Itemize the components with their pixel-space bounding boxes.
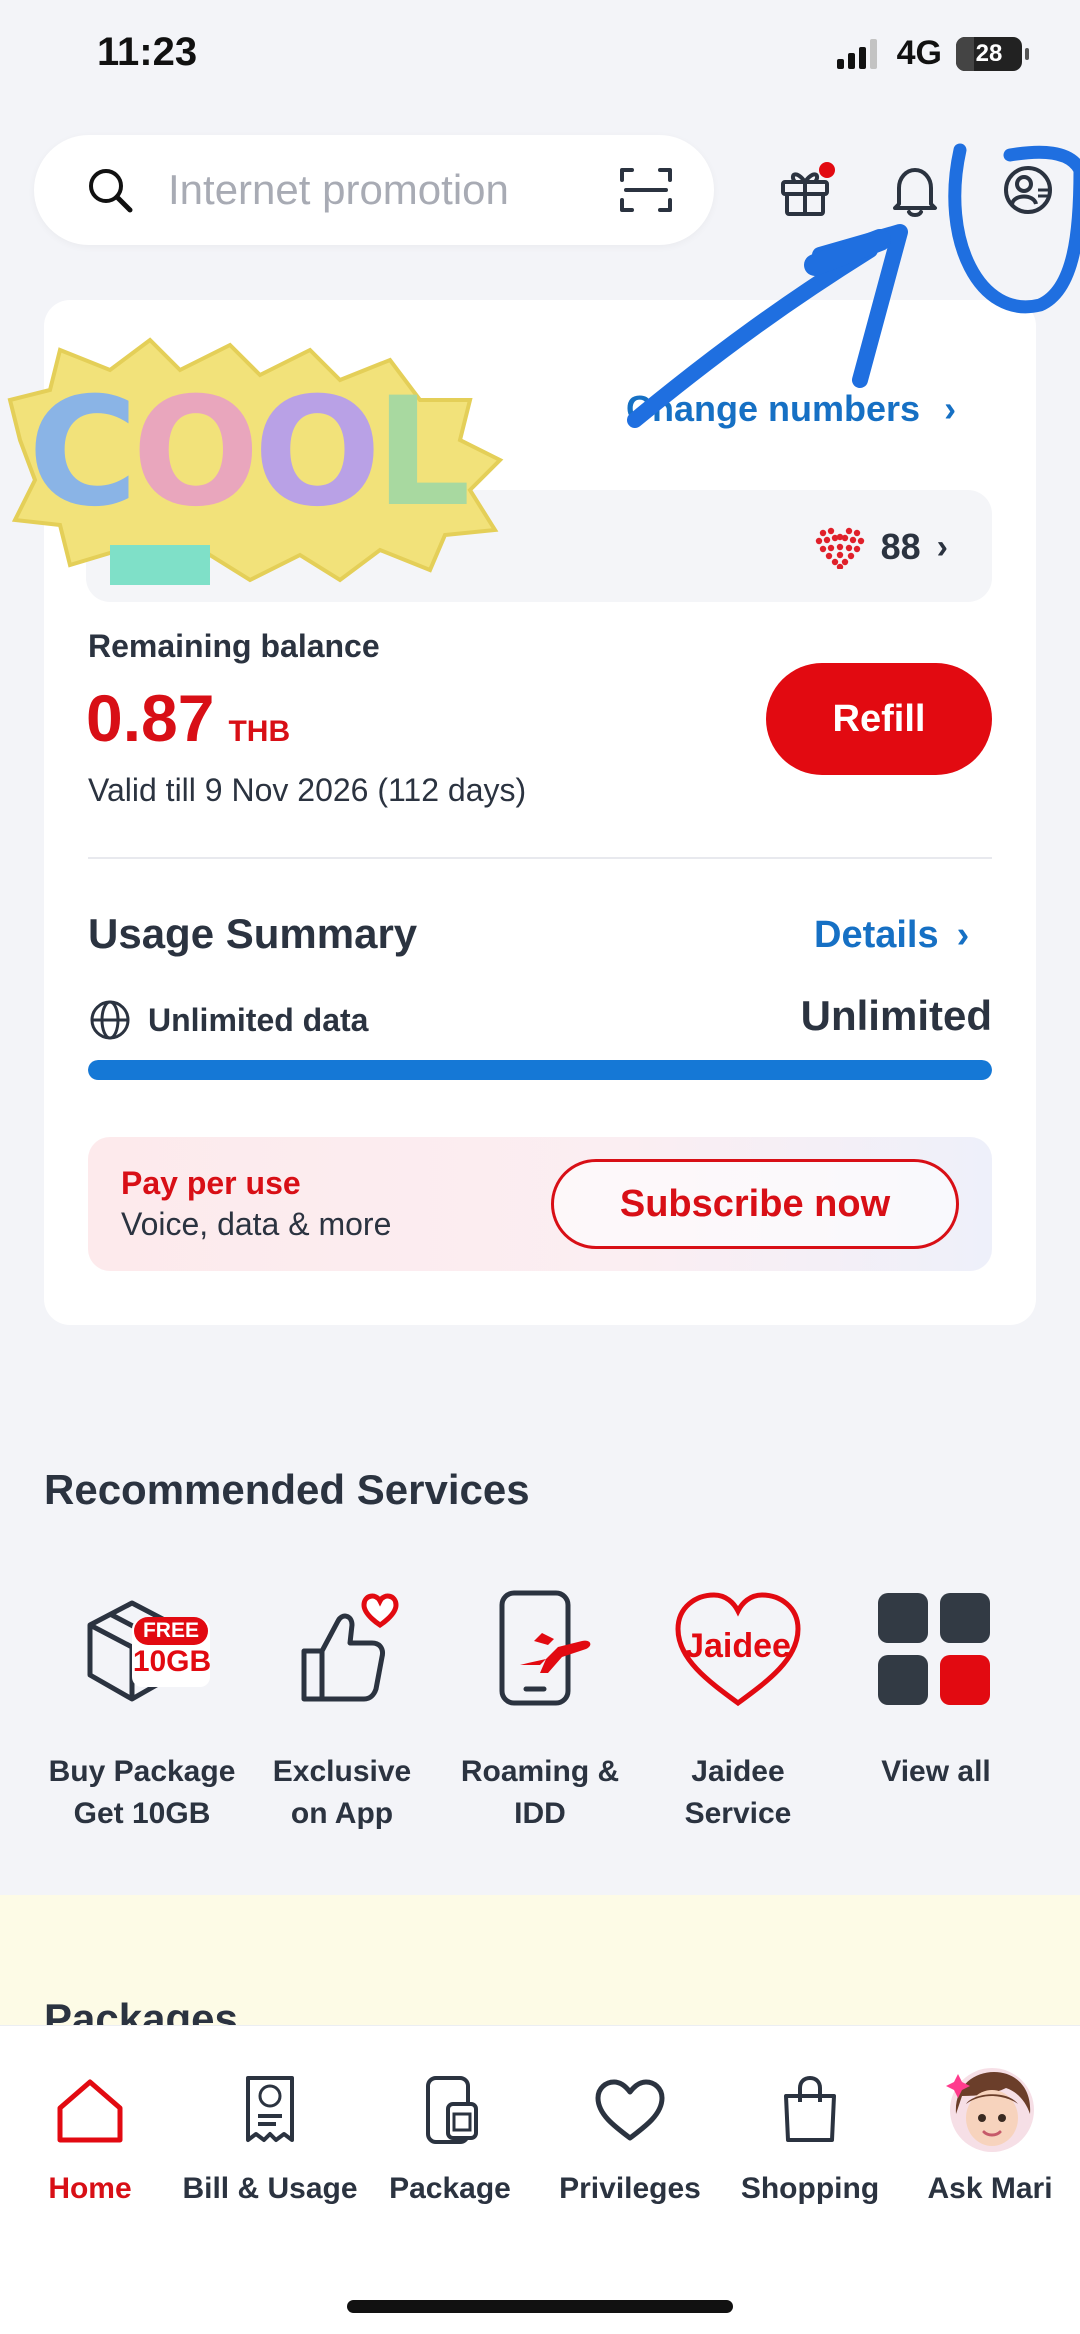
- nav-ask-mari[interactable]: Ask Mari: [900, 2068, 1080, 2206]
- balance-amount: 0.87 THB: [86, 680, 290, 756]
- status-indicators: 4G 28: [836, 34, 1029, 73]
- home-icon: [57, 2079, 123, 2143]
- sticker-letter: C: [28, 366, 138, 540]
- cool-sticker: COOL: [0, 330, 520, 590]
- bell-icon: [893, 168, 937, 217]
- change-numbers-link[interactable]: Change numbers ›: [626, 388, 956, 430]
- service-buy-package[interactable]: FREE 10GB Buy Package Get 10GB: [42, 1585, 242, 1835]
- phone-airplane-icon: [470, 1585, 610, 1715]
- search-icon: [89, 169, 133, 213]
- sticker-letter: O: [253, 366, 381, 540]
- free-badge: FREE: [134, 1617, 208, 1645]
- jaidee-logo-text: Jaidee: [685, 1627, 791, 1665]
- chevron-right-icon: ›: [944, 388, 957, 429]
- scan-icon[interactable]: [618, 164, 674, 216]
- jaidee-heart-icon: Jaidee: [668, 1585, 808, 1715]
- service-exclusive-on-app[interactable]: Exclusive on App: [242, 1585, 442, 1835]
- search-input[interactable]: Internet promotion: [168, 166, 618, 214]
- refill-button[interactable]: Refill: [766, 663, 992, 775]
- balance-label: Remaining balance: [88, 628, 380, 664]
- package-icon: [426, 2076, 478, 2144]
- pay-per-use-title: Pay per use: [121, 1165, 301, 1201]
- nav-label: Ask Mari: [927, 2172, 1053, 2205]
- status-time: 11:23: [97, 30, 198, 74]
- gift-icon: [781, 162, 835, 216]
- sticker-letter: O: [132, 366, 259, 540]
- package-box-icon: FREE 10GB: [72, 1585, 212, 1715]
- service-view-all[interactable]: View all: [836, 1585, 1036, 1793]
- free-10gb-label: 10GB: [132, 1645, 212, 1678]
- change-numbers-label: Change numbers: [626, 388, 921, 429]
- pay-per-use-subtitle: Voice, data & more: [121, 1206, 392, 1242]
- user-settings-icon: [1004, 166, 1052, 214]
- nav-package[interactable]: Package: [360, 2070, 540, 2206]
- service-label: Roaming & IDD: [460, 1755, 620, 1830]
- grid-icon: [866, 1585, 1006, 1715]
- bill-icon: [246, 2076, 294, 2142]
- nav-home[interactable]: Home: [0, 2070, 180, 2206]
- nav-bill-usage[interactable]: Bill & Usage: [180, 2070, 360, 2206]
- battery-level: 28: [975, 39, 1003, 67]
- network-type: 4G: [896, 34, 942, 72]
- battery-icon: 28: [956, 36, 1029, 71]
- service-jaidee[interactable]: Jaidee Jaidee Service: [638, 1585, 838, 1835]
- service-label: Jaidee Service: [684, 1755, 792, 1830]
- balance-value: 0.87: [86, 681, 215, 755]
- chevron-right-icon: ›: [936, 527, 948, 566]
- nav-shopping[interactable]: Shopping: [720, 2070, 900, 2206]
- service-label: Exclusive on App: [272, 1755, 412, 1830]
- details-label: Details: [814, 914, 939, 956]
- home-indicator: [347, 2300, 733, 2313]
- data-value: Unlimited: [800, 992, 992, 1039]
- search-bar[interactable]: Internet promotion: [34, 135, 714, 245]
- subscribe-now-button[interactable]: Subscribe now: [551, 1159, 959, 1249]
- data-usage-row: Unlimited data: [88, 998, 368, 1042]
- notification-button[interactable]: [875, 150, 955, 230]
- points-badge[interactable]: 88 ›: [815, 525, 948, 569]
- data-usage-fill: [88, 1060, 992, 1080]
- shopping-bag-icon: [784, 2075, 836, 2142]
- nav-label: Home: [48, 2172, 132, 2205]
- details-link[interactable]: Details ›: [814, 914, 969, 957]
- service-label: View all: [881, 1755, 991, 1788]
- recommended-services-title: Recommended Services: [44, 1466, 530, 1513]
- service-roaming-idd[interactable]: Roaming & IDD: [440, 1585, 640, 1835]
- gift-button[interactable]: [765, 150, 845, 230]
- service-label: Buy Package Get 10GB: [48, 1755, 236, 1830]
- usage-summary-title: Usage Summary: [88, 910, 418, 957]
- nav-label: Package: [389, 2172, 511, 2205]
- nav-label: Bill & Usage: [182, 2172, 358, 2205]
- points-value: 88: [880, 526, 921, 567]
- profile-button[interactable]: [988, 150, 1068, 230]
- globe-icon: [90, 1000, 130, 1040]
- nav-label: Privileges: [559, 2172, 701, 2205]
- validity-text: Valid till 9 Nov 2026 (112 days): [88, 772, 527, 808]
- sticker-letter: L: [375, 366, 471, 540]
- data-label: Unlimited data: [148, 1001, 369, 1038]
- nav-label: Shopping: [740, 2172, 880, 2205]
- signal-icon: [836, 38, 877, 69]
- nav-privileges[interactable]: Privileges: [540, 2070, 720, 2206]
- divider: [88, 857, 992, 859]
- balance-currency: THB: [228, 715, 291, 748]
- data-usage-bar: [88, 1060, 992, 1080]
- heart-icon: [595, 2079, 665, 2141]
- chevron-right-icon: ›: [956, 914, 970, 956]
- heart-points-icon: [815, 527, 864, 569]
- mari-avatar-icon: [946, 2068, 1034, 2152]
- thumbs-up-heart-icon: [272, 1585, 412, 1715]
